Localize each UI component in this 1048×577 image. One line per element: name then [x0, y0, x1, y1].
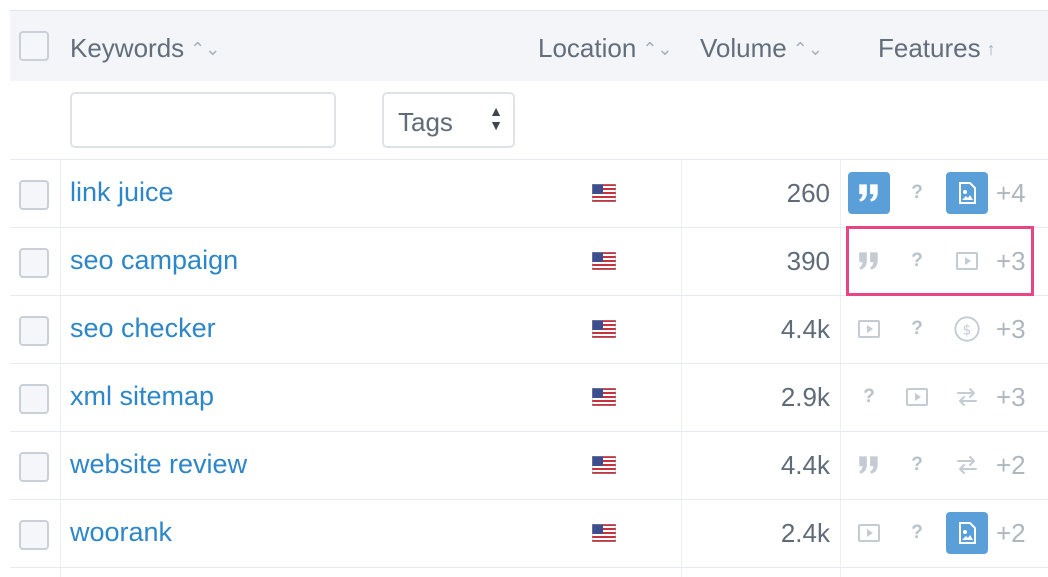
us-flag-icon	[592, 388, 616, 406]
volume-value: 2.9k	[780, 382, 830, 412]
features-cell: ? +2	[848, 444, 1048, 488]
row-checkbox[interactable]	[19, 180, 49, 210]
filter-row: Tags ▲ ▼	[10, 81, 1048, 160]
volume-value: 2.4k	[780, 518, 830, 548]
unknown-feature-icon[interactable]: ?	[896, 240, 938, 282]
select-arrows-icon: ▲ ▼	[489, 103, 503, 133]
more-features-count[interactable]: +3	[996, 314, 1026, 345]
select-all-checkbox[interactable]	[19, 31, 49, 61]
us-flag-icon	[592, 524, 616, 542]
volume-value: 260	[786, 178, 830, 208]
tags-select-label: Tags	[398, 107, 453, 137]
featured-snippet-icon[interactable]	[848, 240, 890, 282]
features-cell: ? +3	[848, 376, 1048, 420]
keyword-link[interactable]: xml sitemap	[70, 381, 214, 412]
shopping-icon[interactable]	[946, 308, 988, 350]
swap-arrows-icon[interactable]	[946, 376, 988, 418]
row-checkbox[interactable]	[19, 316, 49, 346]
unknown-feature-icon[interactable]: ?	[896, 512, 938, 554]
unknown-feature-icon[interactable]: ?	[848, 376, 890, 418]
keyword-link[interactable]: seo campaign	[70, 245, 238, 276]
volume-value: 390	[786, 246, 830, 276]
table-row: seo checker 4.4k ? +3	[10, 296, 1048, 364]
tags-select[interactable]: Tags ▲ ▼	[382, 92, 515, 148]
location-header-label: Location	[538, 33, 637, 63]
sort-icon: ⌃⌄	[642, 39, 673, 59]
features-header-label: Features	[878, 33, 981, 63]
row-checkbox[interactable]	[19, 384, 49, 414]
table-row: website review 4.4k ? +2	[10, 432, 1048, 500]
table-row: seo campaign 390 ? +3	[10, 228, 1048, 296]
more-features-count[interactable]: +3	[996, 246, 1026, 277]
features-cell: ? +3	[848, 240, 1048, 284]
features-column-header[interactable]: Features ↑	[878, 33, 996, 64]
featured-snippet-icon[interactable]	[848, 172, 890, 214]
volume-value: 4.4k	[780, 314, 830, 344]
video-icon[interactable]	[848, 512, 890, 554]
table-row: xml sitemap 2.9k ? +3	[10, 364, 1048, 432]
volume-header-label: Volume	[700, 33, 787, 63]
more-features-count[interactable]: +4	[996, 178, 1026, 209]
table-header: Keywords ⌃⌄ Location ⌃⌄ Volume ⌃⌄ Features ↑	[10, 10, 1048, 82]
features-cell: ? +2	[848, 512, 1048, 556]
volume-column-header[interactable]: Volume ⌃⌄	[700, 33, 823, 64]
sort-icon: ⌃⌄	[792, 39, 823, 59]
volume-value: 4.4k	[780, 450, 830, 480]
video-icon[interactable]	[896, 376, 938, 418]
swap-arrows-icon[interactable]	[946, 444, 988, 486]
unknown-feature-icon[interactable]: ?	[896, 444, 938, 486]
video-icon[interactable]	[946, 240, 988, 282]
features-cell: ? +3	[848, 308, 1048, 352]
us-flag-icon	[592, 320, 616, 338]
us-flag-icon	[592, 252, 616, 270]
more-features-count[interactable]: +2	[996, 518, 1026, 549]
featured-snippet-icon[interactable]	[848, 444, 890, 486]
keyword-link[interactable]: website review	[70, 449, 247, 480]
us-flag-icon	[592, 456, 616, 474]
row-checkbox[interactable]	[19, 520, 49, 550]
image-pack-icon[interactable]	[946, 512, 988, 554]
more-features-count[interactable]: +3	[996, 382, 1026, 413]
features-cell: ? +4	[848, 172, 1048, 216]
keyword-link[interactable]: seo checker	[70, 313, 216, 344]
keyword-link[interactable]: link juice	[70, 177, 174, 208]
row-checkbox[interactable]	[19, 248, 49, 278]
table-row: woorank 2.4k ? +2	[10, 500, 1048, 568]
keyword-filter-input[interactable]	[70, 92, 336, 148]
location-column-header[interactable]: Location ⌃⌄	[538, 33, 672, 64]
row-checkbox[interactable]	[19, 452, 49, 482]
us-flag-icon	[592, 184, 616, 202]
more-features-count[interactable]: +2	[996, 450, 1026, 481]
unknown-feature-icon[interactable]: ?	[896, 308, 938, 350]
image-pack-icon[interactable]	[946, 172, 988, 214]
keyword-link[interactable]: woorank	[70, 517, 172, 548]
sort-icon: ⌃⌄	[190, 39, 221, 59]
keywords-table: Keywords ⌃⌄ Location ⌃⌄ Volume ⌃⌄ Features ↑…	[0, 0, 1048, 577]
video-icon[interactable]	[848, 308, 890, 350]
sort-up-icon: ↑	[986, 39, 996, 59]
unknown-feature-icon[interactable]: ?	[896, 172, 938, 214]
table-row: link juice 260 ? +4	[10, 160, 1048, 228]
keywords-column-header[interactable]: Keywords ⌃⌄	[70, 33, 220, 64]
keywords-header-label: Keywords	[70, 33, 185, 63]
